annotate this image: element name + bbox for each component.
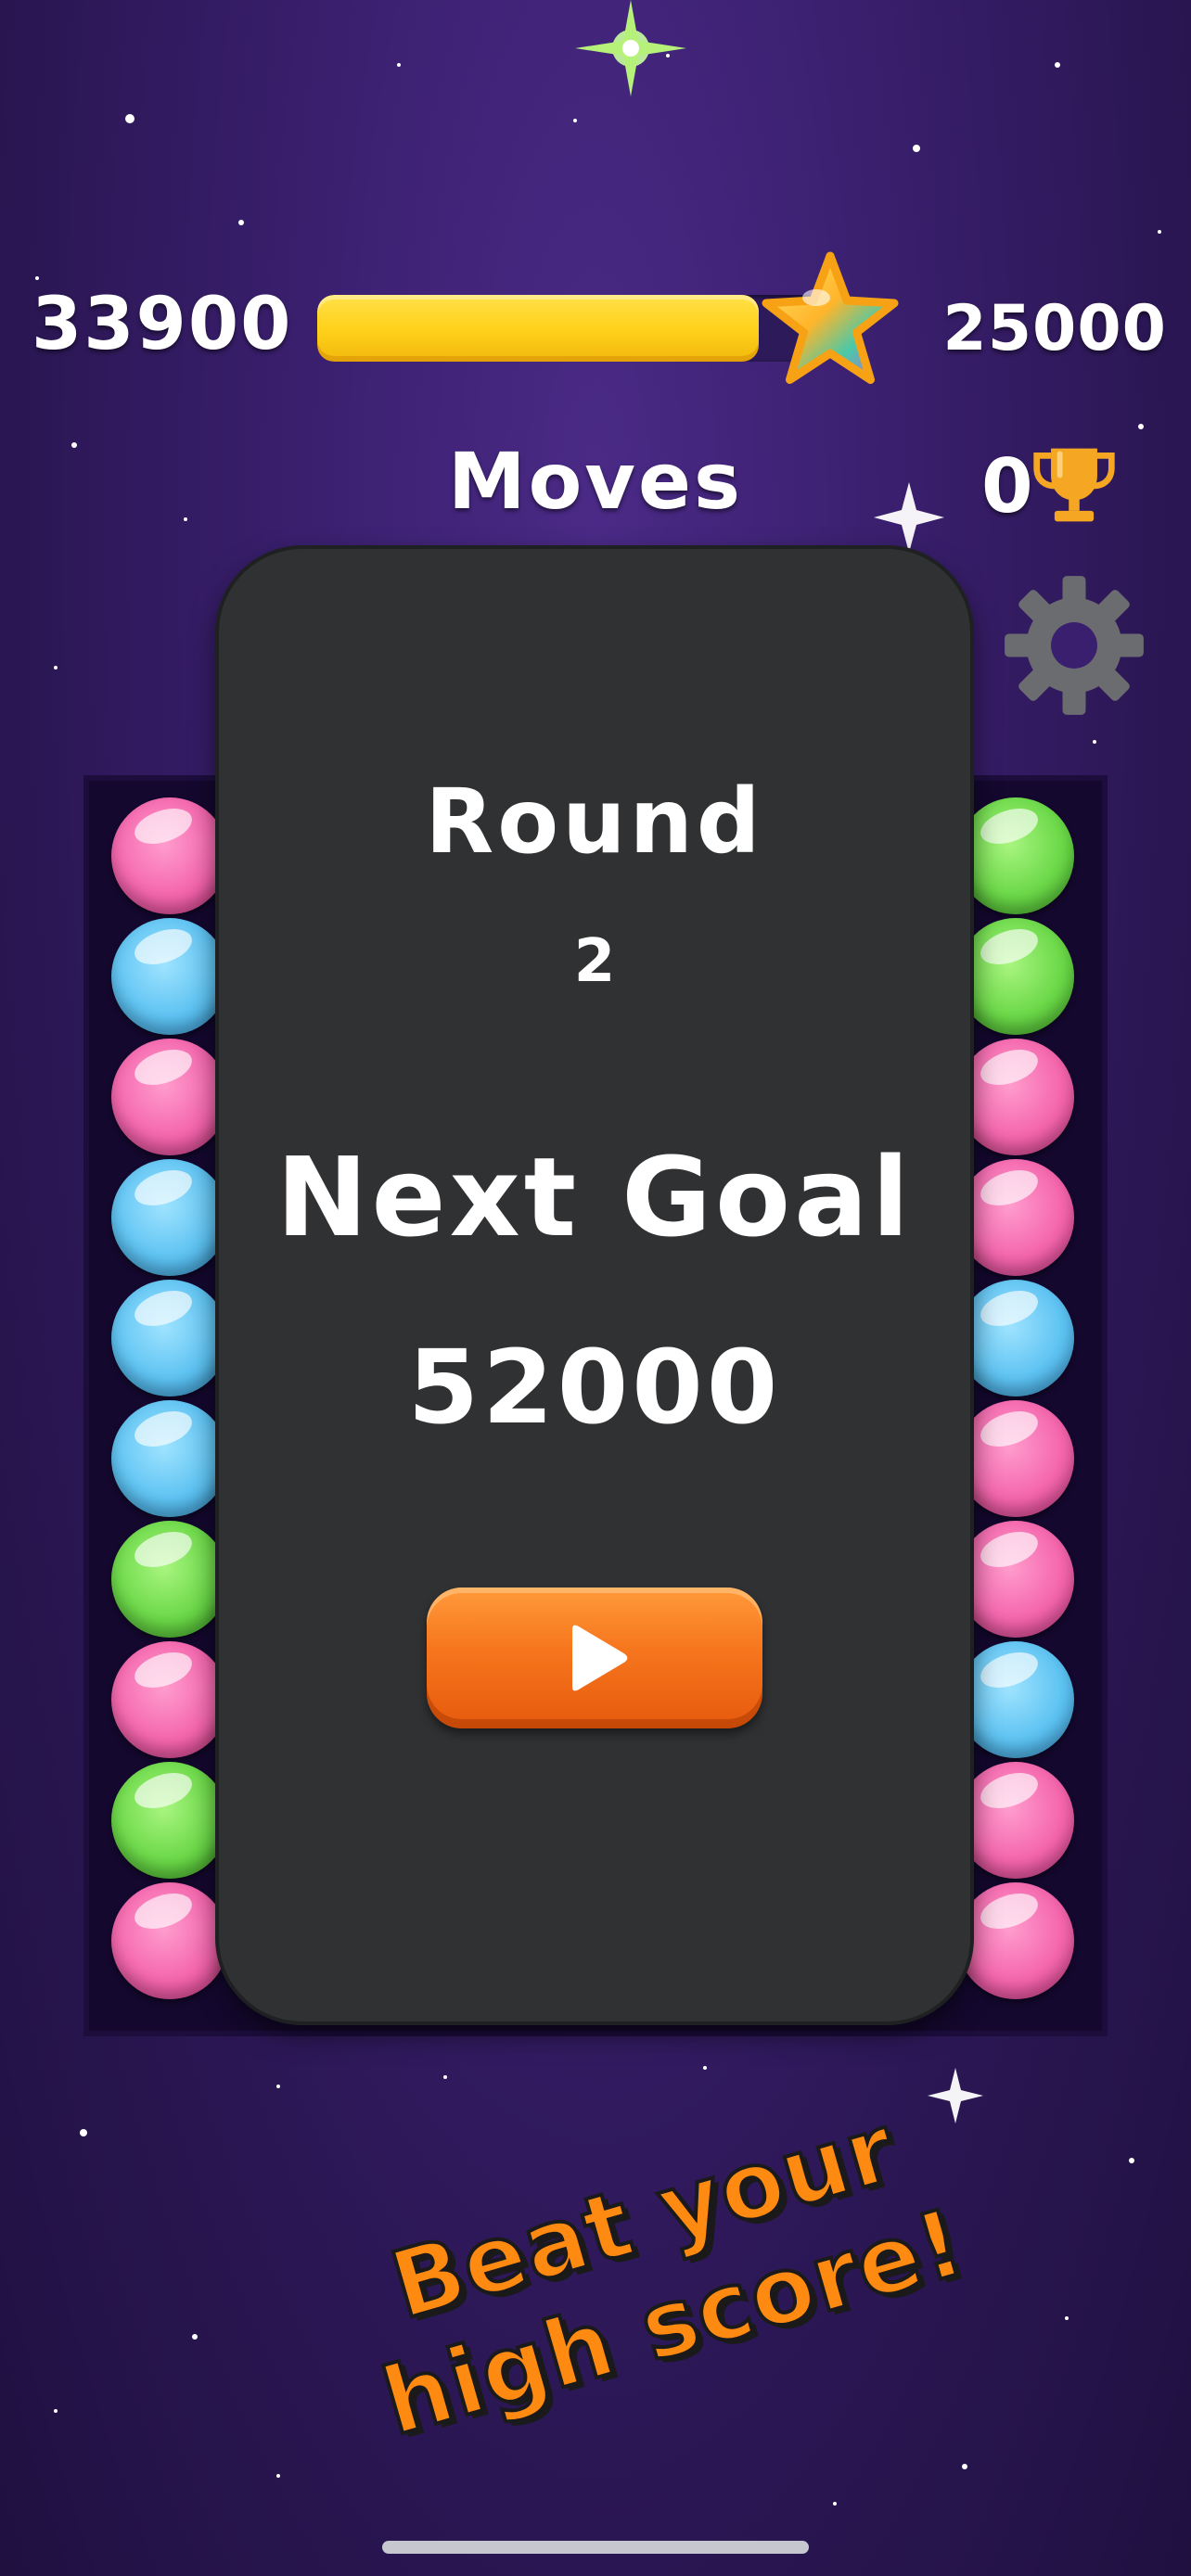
next-goal-value: 52000	[407, 1328, 782, 1447]
round-modal: Round 2 Next Goal 52000	[219, 549, 970, 2021]
round-label: Round	[425, 770, 764, 874]
play-button[interactable]	[427, 1588, 762, 1728]
bubble-pink[interactable]	[957, 1159, 1074, 1276]
bubble-blue[interactable]	[111, 1400, 228, 1517]
trophy-icon	[1033, 448, 1115, 522]
bubble-column-left	[111, 797, 236, 2003]
bubble-blue[interactable]	[957, 1280, 1074, 1396]
bubble-blue[interactable]	[111, 918, 228, 1035]
bubble-pink[interactable]	[957, 1762, 1074, 1879]
trophy-count: 0	[981, 443, 1033, 529]
play-icon	[572, 1625, 628, 1691]
bubble-blue[interactable]	[111, 1280, 228, 1396]
target-score: 25000	[942, 292, 1167, 365]
bubble-pink[interactable]	[111, 797, 228, 914]
bubble-pink[interactable]	[111, 1641, 228, 1758]
round-number: 2	[573, 927, 616, 996]
bubble-green[interactable]	[957, 918, 1074, 1035]
bubble-blue[interactable]	[111, 1159, 228, 1276]
bubble-green[interactable]	[111, 1762, 228, 1879]
gear-icon[interactable]	[1002, 573, 1146, 718]
bubble-green[interactable]	[111, 1521, 228, 1638]
current-score: 33900	[32, 283, 293, 366]
home-indicator[interactable]	[382, 2541, 809, 2554]
bubble-pink[interactable]	[957, 1521, 1074, 1638]
bubble-pink[interactable]	[957, 1039, 1074, 1155]
next-goal-label: Next Goal	[275, 1133, 914, 1261]
bubble-green[interactable]	[957, 797, 1074, 914]
score-progress-fill	[317, 295, 759, 362]
score-progress-bar	[317, 295, 837, 362]
bubble-pink[interactable]	[957, 1882, 1074, 1999]
bubble-pink[interactable]	[957, 1400, 1074, 1517]
bubble-pink[interactable]	[111, 1882, 228, 1999]
bubble-column-right	[957, 797, 1082, 2003]
bubble-blue[interactable]	[957, 1641, 1074, 1758]
bubble-pink[interactable]	[111, 1039, 228, 1155]
star-icon	[762, 251, 899, 384]
